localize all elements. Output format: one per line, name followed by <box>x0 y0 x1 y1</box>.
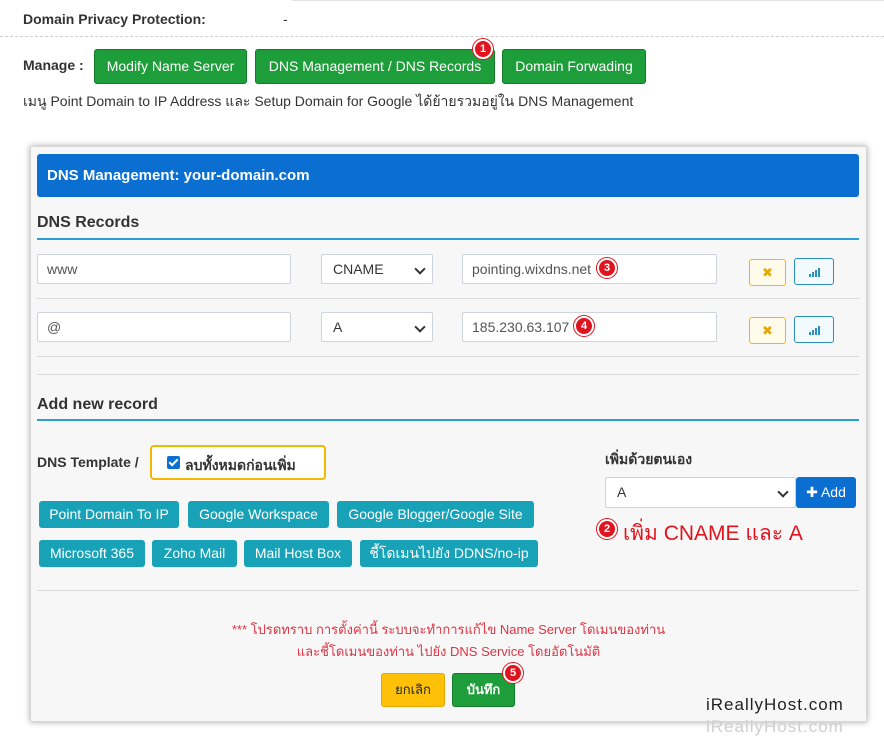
manage-label: Manage : <box>23 57 84 73</box>
manual-add-label: เพิ่มด้วยตนเอง <box>605 451 693 467</box>
add-record-label: Add <box>820 484 846 500</box>
template-google-blogger-button[interactable]: Google Blogger/Google Site <box>337 501 534 528</box>
template-google-workspace-button[interactable]: Google Workspace <box>188 501 329 528</box>
watermark: iReallyHost.com <box>706 695 844 714</box>
footer-divider <box>37 590 859 591</box>
dns-management-panel: DNS Management: your-domain.com DNS Reco… <box>30 146 867 722</box>
panel-header: DNS Management: your-domain.com <box>37 154 859 197</box>
record-value-input[interactable]: pointing.wixdns.net <box>462 254 717 284</box>
plus-icon: ✚ <box>806 484 818 500</box>
template-point-domain-button[interactable]: Point Domain To IP <box>39 501 179 528</box>
add-cname-note: เพิ่ม CNAME และ A <box>623 522 803 545</box>
warning-text-1: *** โปรดทราบ การตั้งค่านี้ ระบบจะทำการแก… <box>231 622 666 637</box>
template-zoho-mail-button[interactable]: Zoho Mail <box>152 540 237 567</box>
watermark-reflection: iReallyHost.com <box>706 717 844 736</box>
clear-before-add-label: ลบทั้งหมดก่อนเพิ่ม <box>185 457 296 473</box>
record-type-value: CNAME <box>333 261 384 277</box>
dns-template-label: DNS Template / <box>37 454 139 470</box>
manual-type-select[interactable]: A <box>605 477 796 508</box>
record-type-value: A <box>333 319 343 335</box>
menu-note: เมนู Point Domain to IP Address และ Setu… <box>23 93 634 109</box>
template-microsoft-365-button[interactable]: Microsoft 365 <box>39 540 145 567</box>
modify-name-server-button[interactable]: Modify Name Server <box>94 49 247 84</box>
x-icon: ✖ <box>762 265 773 280</box>
record-type-select[interactable]: CNAME <box>321 254 433 284</box>
chevron-down-icon <box>414 321 426 333</box>
add-record-button[interactable]: ✚ Add <box>796 477 856 508</box>
delete-record-button[interactable]: ✖ <box>749 317 786 344</box>
step-badge-2: 2 <box>597 519 617 539</box>
record-stats-button[interactable] <box>794 316 834 343</box>
warning-text-2: และชี้โดเมนของท่าน ไปยัง DNS Service โดย… <box>296 644 601 659</box>
step-badge-3: 3 <box>597 258 617 278</box>
step-badge-4: 4 <box>574 316 594 336</box>
row-divider <box>37 298 859 299</box>
panel-title: DNS Management: your-domain.com <box>47 167 310 184</box>
row-divider <box>37 356 859 357</box>
record-name-input[interactable]: www <box>37 254 291 284</box>
step-badge-5: 5 <box>503 663 523 683</box>
record-name-input[interactable]: @ <box>37 312 291 342</box>
add-record-title-line <box>37 419 859 421</box>
domain-forwarding-button[interactable]: Domain Forwading <box>502 49 646 84</box>
records-title: DNS Records <box>37 214 140 231</box>
checkbox-checked-icon[interactable] <box>167 456 180 469</box>
clear-before-add-checkbox[interactable]: ลบทั้งหมดก่อนเพิ่ม <box>150 445 326 480</box>
privacy-row: Domain Privacy Protection: - <box>0 0 884 37</box>
dns-management-button[interactable]: DNS Management / DNS Records <box>255 49 495 84</box>
records-title-line <box>37 238 859 240</box>
step-badge-1: 1 <box>473 39 493 59</box>
cancel-button[interactable]: ยกเลิก <box>381 673 445 707</box>
chevron-down-icon <box>414 263 426 275</box>
template-mail-host-box-button[interactable]: Mail Host Box <box>244 540 352 567</box>
record-stats-button[interactable] <box>794 258 834 285</box>
record-type-select[interactable]: A <box>321 312 433 342</box>
delete-record-button[interactable]: ✖ <box>749 259 786 286</box>
manual-type-value: A <box>617 484 627 500</box>
x-icon: ✖ <box>762 323 773 338</box>
template-ddns-button[interactable]: ชี้โดเมนไปยัง DDNS/no-ip <box>360 540 538 567</box>
privacy-label: Domain Privacy Protection: <box>23 11 206 27</box>
section-divider <box>37 374 859 375</box>
add-record-title: Add new record <box>37 396 158 413</box>
privacy-value: - <box>283 11 288 27</box>
chevron-down-icon <box>777 486 789 498</box>
